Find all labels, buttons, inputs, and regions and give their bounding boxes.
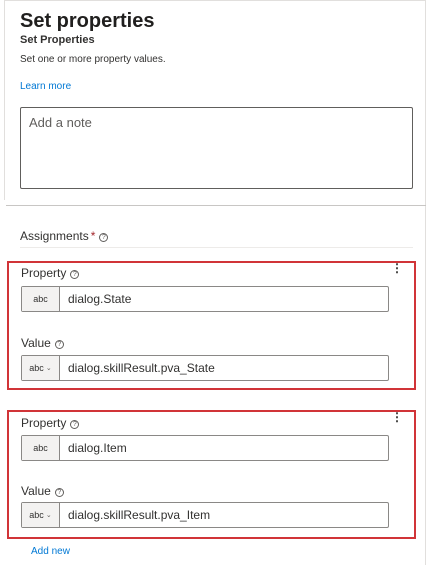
add-new-link[interactable]: Add new (31, 546, 70, 557)
property-label: Property? (21, 416, 80, 430)
more-options-icon[interactable]: ⋮ (391, 262, 403, 274)
node-type-subtitle: Set Properties (20, 34, 95, 46)
chevron-down-icon: ⌄ (45, 365, 52, 372)
more-options-icon[interactable]: ⋮ (391, 411, 403, 423)
value-label-text: Value (21, 484, 51, 498)
assignment-item: ⋮ Property? abc Value? abc⌄ (7, 410, 416, 539)
type-dropdown-label: abc (29, 363, 44, 373)
property-label: Property? (21, 266, 80, 280)
type-dropdown-label: abc (29, 510, 44, 520)
learn-more-link[interactable]: Learn more (20, 81, 71, 92)
value-input[interactable] (60, 356, 388, 380)
assignments-underline (20, 247, 413, 248)
value-field: abc ⌄ (21, 502, 389, 528)
page-title: Set properties (20, 10, 155, 32)
set-properties-panel: Set properties Set Properties Set one or… (0, 0, 426, 565)
info-icon[interactable]: ? (54, 340, 64, 349)
node-description: Set one or more property values. (20, 54, 166, 65)
panel-top-border (4, 0, 426, 1)
property-input[interactable] (60, 287, 388, 311)
value-label: Value? (21, 336, 64, 350)
assignments-label: Assignments *? (20, 229, 109, 243)
type-badge: abc (22, 287, 60, 311)
info-icon[interactable]: ? (70, 270, 80, 279)
assignments-label-text: Assignments (20, 229, 89, 243)
section-divider (6, 205, 426, 206)
value-label-text: Value (21, 336, 51, 350)
required-marker: * (90, 229, 96, 243)
property-label-text: Property (21, 266, 67, 280)
value-field: abc ⌄ (21, 355, 389, 381)
panel-left-border (4, 0, 5, 200)
value-label: Value? (21, 484, 64, 498)
info-icon[interactable]: ? (70, 420, 80, 429)
type-badge: abc (22, 436, 60, 460)
value-input[interactable] (60, 503, 388, 527)
type-dropdown[interactable]: abc ⌄ (22, 503, 60, 527)
assignment-item: ⋮ Property? abc Value? abc⌄ (7, 261, 416, 390)
property-label-text: Property (21, 416, 67, 430)
property-input[interactable] (60, 436, 388, 460)
info-icon[interactable]: ? (99, 233, 109, 242)
note-input[interactable] (20, 107, 413, 189)
property-field: abc (21, 435, 389, 461)
info-icon[interactable]: ? (54, 488, 64, 497)
type-dropdown[interactable]: abc ⌄ (22, 356, 60, 380)
chevron-down-icon: ⌄ (45, 512, 52, 519)
property-field: abc (21, 286, 389, 312)
